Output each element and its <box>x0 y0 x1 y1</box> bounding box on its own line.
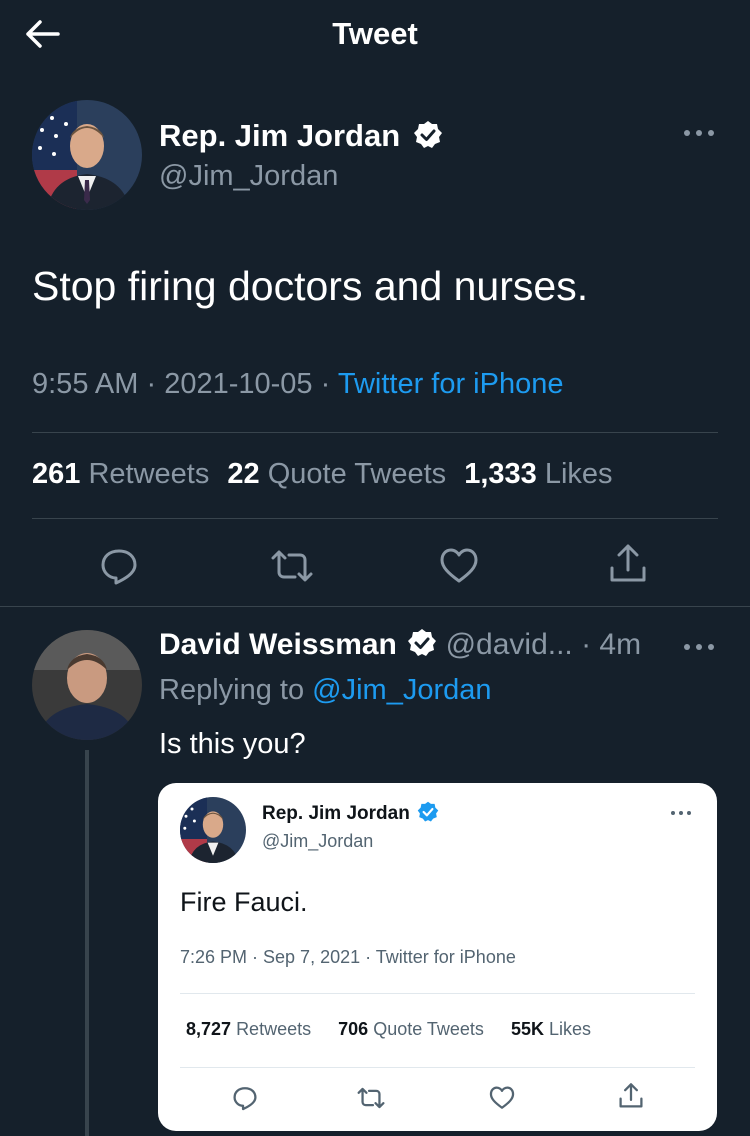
author-name[interactable]: Rep. Jim Jordan <box>159 118 400 153</box>
tweet-stats: 261 Retweets 22 Quote Tweets 1,333 Likes <box>32 458 613 491</box>
retweet-icon[interactable] <box>270 546 314 586</box>
embedded-tweet-meta: 7:26 PM · Sep 7, 2021 · Twitter for iPho… <box>180 947 516 967</box>
quote-tweets-stat[interactable]: 22 Quote Tweets <box>227 458 446 490</box>
page-title: Tweet <box>332 16 418 51</box>
embedded-stats: 8,727 Retweets 706 Quote Tweets 55K Like… <box>186 1019 591 1040</box>
tweet-source[interactable]: Twitter for iPhone <box>338 368 564 400</box>
meta-separator: · <box>146 368 157 400</box>
retweets-stat: 8,727 Retweets <box>186 1019 312 1039</box>
embedded-tweet-text: Fire Fauci. <box>180 887 308 917</box>
top-bar: Tweet <box>0 0 750 68</box>
tweet-text: Stop firing doctors and nurses. <box>32 263 589 309</box>
tweet-time: 9:55 AM <box>32 368 139 400</box>
like-icon[interactable] <box>438 546 480 586</box>
reply-age: · 4m <box>581 628 642 661</box>
reply-author-name[interactable]: David Weissman <box>159 628 397 661</box>
reply-icon <box>233 1087 257 1111</box>
share-icon[interactable] <box>608 542 648 586</box>
reply-header: David Weissman @david... · 4m <box>159 628 641 662</box>
tweet-date: 2021-10-05 <box>164 368 313 400</box>
embedded-author-name: Rep. Jim Jordan <box>262 803 410 824</box>
tweet-meta: 9:55 AM · 2021-10-05 · Twitter for iPhon… <box>32 368 563 401</box>
reply-author-handle[interactable]: @david... <box>446 628 573 661</box>
embedded-tweet-image[interactable]: Rep. Jim Jordan @Jim_Jordan Fire Fauci. … <box>158 783 717 1131</box>
divider <box>32 518 718 519</box>
meta-separator: · <box>320 368 331 400</box>
verified-badge-icon <box>417 801 439 822</box>
author-name-row[interactable]: Rep. Jim Jordan <box>159 118 443 154</box>
thread-line <box>85 750 89 1136</box>
retweet-icon <box>357 1087 385 1109</box>
replying-to: Replying to @Jim_Jordan <box>159 674 492 707</box>
like-icon <box>489 1086 515 1109</box>
replying-to-handle[interactable]: @Jim_Jordan <box>312 674 491 706</box>
embedded-name-row: Rep. Jim Jordan <box>262 801 439 825</box>
quote-tweets-stat: 706 Quote Tweets <box>338 1019 484 1039</box>
embedded-author-handle: @Jim_Jordan <box>262 831 374 851</box>
likes-stat: 55K Likes <box>510 1019 592 1039</box>
reply-icon[interactable] <box>99 546 139 586</box>
author-avatar[interactable] <box>32 100 142 210</box>
divider <box>0 606 750 607</box>
replying-to-label: Replying to <box>159 674 305 706</box>
retweets-stat[interactable]: 261 Retweets <box>32 458 209 490</box>
reply-text: Is this you? <box>159 728 306 760</box>
more-options-icon[interactable] <box>682 640 716 654</box>
divider <box>180 1067 695 1068</box>
more-options-icon <box>671 811 691 815</box>
divider <box>180 993 695 994</box>
reply-author-avatar[interactable] <box>32 630 142 740</box>
verified-badge-icon <box>413 120 442 148</box>
author-handle[interactable]: @Jim_Jordan <box>159 160 338 193</box>
share-icon <box>619 1083 643 1108</box>
more-options-icon[interactable] <box>682 126 716 140</box>
likes-stat[interactable]: 1,333 Likes <box>464 458 612 490</box>
embedded-author-avatar <box>180 797 246 863</box>
divider <box>32 432 718 433</box>
verified-badge-icon <box>408 629 437 657</box>
